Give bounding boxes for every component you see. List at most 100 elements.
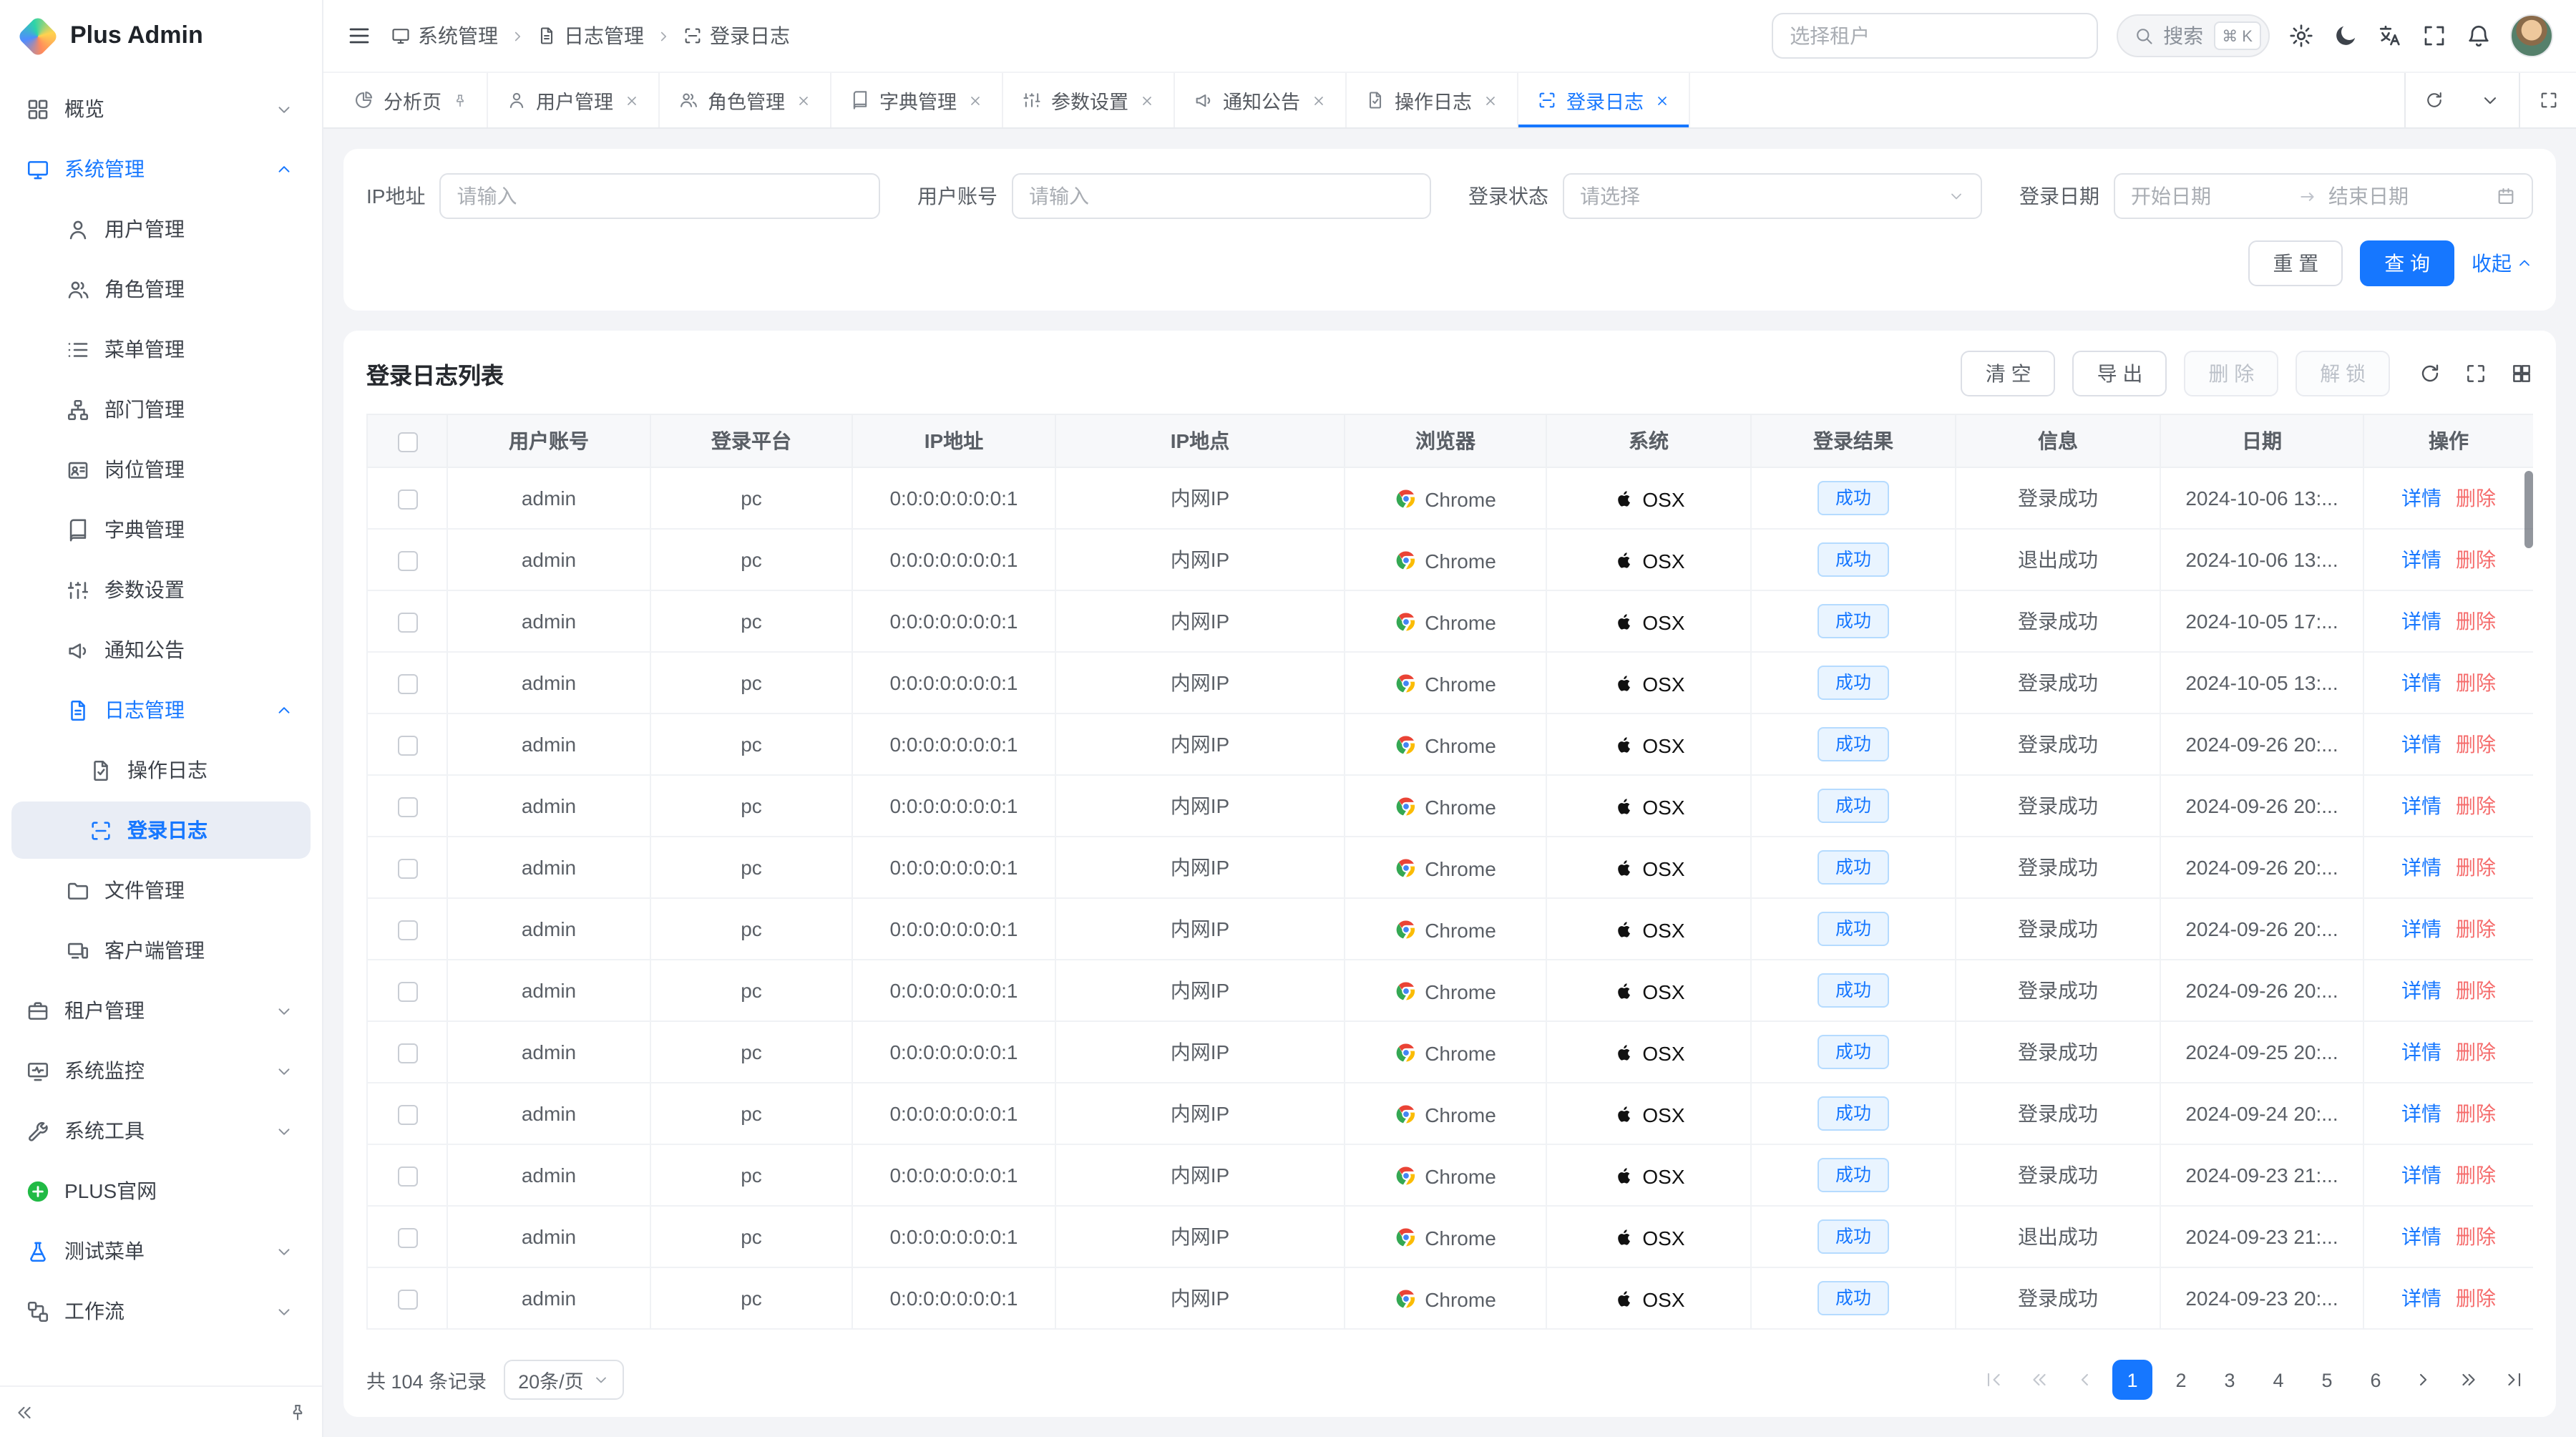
sidebar-item-plus-site[interactable]: PLUS官网 — [11, 1162, 311, 1219]
app-logo[interactable]: Plus Admin — [0, 0, 322, 72]
detail-link[interactable]: 详情 — [2401, 548, 2441, 571]
jump-forward-button[interactable] — [2450, 1361, 2487, 1398]
detail-link[interactable]: 详情 — [2401, 856, 2441, 879]
sidebar-item-menu[interactable]: 菜单管理 — [11, 321, 311, 378]
tenant-select-input[interactable] — [1771, 13, 2097, 59]
sidebar-item-operation-log[interactable]: 操作日志 — [11, 741, 311, 799]
page-button-1[interactable]: 1 — [2112, 1360, 2152, 1400]
table-scrollbar-thumb[interactable] — [2524, 471, 2533, 548]
delete-link[interactable]: 删除 — [2456, 733, 2496, 756]
row-checkbox[interactable] — [397, 1290, 417, 1310]
delete-link[interactable]: 删除 — [2456, 917, 2496, 940]
delete-link[interactable]: 删除 — [2456, 1287, 2496, 1310]
page-size-select[interactable]: 20条/页 — [504, 1360, 624, 1400]
sidebar-item-tenant[interactable]: 租户管理 — [11, 982, 311, 1039]
detail-link[interactable]: 详情 — [2401, 1102, 2441, 1125]
detail-link[interactable]: 详情 — [2401, 733, 2441, 756]
row-checkbox[interactable] — [397, 489, 417, 510]
reset-button[interactable]: 重 置 — [2248, 240, 2343, 286]
export-button[interactable]: 导 出 — [2073, 351, 2167, 396]
delete-link[interactable]: 删除 — [2456, 1164, 2496, 1187]
last-page-button[interactable] — [2496, 1361, 2533, 1398]
page-button-4[interactable]: 4 — [2258, 1360, 2298, 1400]
user-avatar[interactable] — [2510, 14, 2553, 57]
row-checkbox[interactable] — [397, 613, 417, 633]
detail-link[interactable]: 详情 — [2401, 1041, 2441, 1063]
sidebar-item-test[interactable]: 测试菜单 — [11, 1222, 311, 1280]
row-checkbox[interactable] — [397, 674, 417, 694]
tab-notice[interactable]: 通知公告 — [1174, 73, 1346, 127]
breadcrumb-item-3[interactable]: 登录日志 — [683, 21, 790, 50]
close-icon[interactable] — [1138, 92, 1154, 108]
fullscreen-icon[interactable] — [2421, 23, 2447, 49]
prev-page-button[interactable] — [2067, 1361, 2104, 1398]
pin-icon[interactable] — [452, 92, 467, 108]
select-all-checkbox[interactable] — [397, 432, 417, 452]
detail-link[interactable]: 详情 — [2401, 610, 2441, 633]
date-range-picker[interactable]: 开始日期 结束日期 — [2114, 173, 2533, 219]
page-button-3[interactable]: 3 — [2210, 1360, 2250, 1400]
column-settings-icon[interactable] — [2510, 362, 2533, 385]
detail-link[interactable]: 详情 — [2401, 794, 2441, 817]
sidebar-item-file[interactable]: 文件管理 — [11, 862, 311, 919]
collapse-sidebar-icon[interactable] — [14, 1402, 34, 1422]
delete-link[interactable]: 删除 — [2456, 1041, 2496, 1063]
delete-link[interactable]: 删除 — [2456, 794, 2496, 817]
tab-analysis[interactable]: 分析页 — [335, 73, 487, 127]
settings-gear-icon[interactable] — [2288, 23, 2314, 49]
tab-operation-log[interactable]: 操作日志 — [1346, 73, 1518, 127]
sidebar-item-notice[interactable]: 通知公告 — [11, 621, 311, 678]
detail-link[interactable]: 详情 — [2401, 1287, 2441, 1310]
sidebar-item-dict[interactable]: 字典管理 — [11, 501, 311, 558]
detail-link[interactable]: 详情 — [2401, 917, 2441, 940]
row-checkbox[interactable] — [397, 1228, 417, 1248]
delete-link[interactable]: 删除 — [2456, 487, 2496, 510]
delete-link[interactable]: 删除 — [2456, 610, 2496, 633]
delete-link[interactable]: 删除 — [2456, 548, 2496, 571]
language-translate-icon[interactable] — [2377, 23, 2403, 49]
sidebar-item-param[interactable]: 参数设置 — [11, 561, 311, 618]
notifications-bell-icon[interactable] — [2466, 23, 2492, 49]
row-checkbox[interactable] — [397, 920, 417, 940]
row-checkbox[interactable] — [397, 982, 417, 1002]
collapse-filters-button[interactable]: 收起 — [2472, 249, 2533, 278]
tabs-refresh-button[interactable] — [2404, 73, 2462, 127]
close-icon[interactable] — [967, 92, 982, 108]
list-fullscreen-icon[interactable] — [2464, 362, 2487, 385]
content-fullscreen-button[interactable] — [2519, 73, 2576, 127]
page-button-2[interactable]: 2 — [2161, 1360, 2201, 1400]
clear-button[interactable]: 清 空 — [1961, 351, 2056, 396]
row-checkbox[interactable] — [397, 859, 417, 879]
sidebar-item-system[interactable]: 系统管理 — [11, 140, 311, 198]
next-page-button[interactable] — [2404, 1361, 2441, 1398]
row-checkbox[interactable] — [397, 1043, 417, 1063]
list-refresh-icon[interactable] — [2419, 362, 2441, 385]
tab-role[interactable]: 角色管理 — [659, 73, 831, 127]
sidebar-item-dept[interactable]: 部门管理 — [11, 381, 311, 438]
delete-link[interactable]: 删除 — [2456, 1225, 2496, 1248]
page-button-6[interactable]: 6 — [2356, 1360, 2396, 1400]
sidebar-item-overview[interactable]: 概览 — [11, 80, 311, 137]
sidebar-item-tools[interactable]: 系统工具 — [11, 1102, 311, 1159]
sidebar-item-workflow[interactable]: 工作流 — [11, 1282, 311, 1340]
detail-link[interactable]: 详情 — [2401, 671, 2441, 694]
tab-dict[interactable]: 字典管理 — [831, 73, 1002, 127]
sidebar-item-client[interactable]: 客户端管理 — [11, 922, 311, 979]
breadcrumb-item-2[interactable]: 日志管理 — [537, 21, 644, 50]
pin-sidebar-icon[interactable] — [288, 1402, 308, 1422]
breadcrumb-item-1[interactable]: 系统管理 — [391, 21, 498, 50]
row-checkbox[interactable] — [397, 797, 417, 817]
ip-input[interactable] — [439, 173, 880, 219]
jump-back-button[interactable] — [2021, 1361, 2058, 1398]
detail-link[interactable]: 详情 — [2401, 487, 2441, 510]
delete-link[interactable]: 删除 — [2456, 856, 2496, 879]
delete-link[interactable]: 删除 — [2456, 979, 2496, 1002]
dark-mode-moon-icon[interactable] — [2333, 23, 2358, 49]
close-icon[interactable] — [623, 92, 639, 108]
tab-user[interactable]: 用户管理 — [487, 73, 659, 127]
detail-link[interactable]: 详情 — [2401, 1164, 2441, 1187]
row-checkbox[interactable] — [397, 1105, 417, 1125]
tab-param[interactable]: 参数设置 — [1002, 73, 1174, 127]
hamburger-icon[interactable] — [346, 23, 372, 49]
delete-link[interactable]: 删除 — [2456, 671, 2496, 694]
